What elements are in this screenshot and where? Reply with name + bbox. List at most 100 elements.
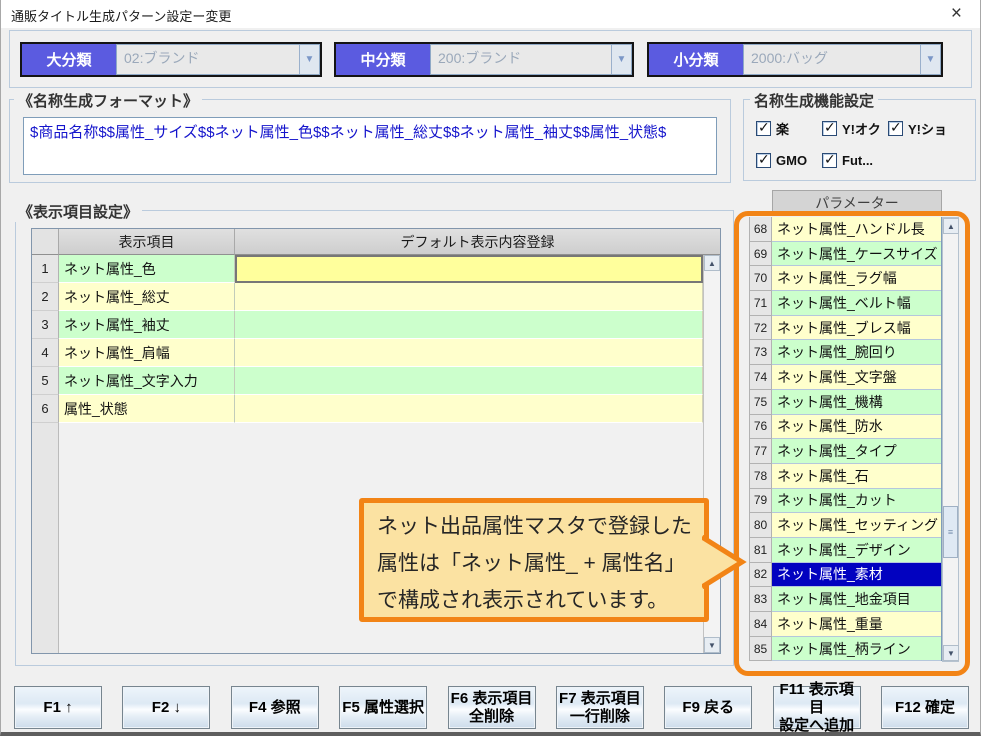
- table-row: 1 ネット属性_色: [32, 255, 720, 283]
- parameter-row[interactable]: 78 ネット属性_石: [749, 464, 941, 489]
- parameter-label: ネット属性_機構: [772, 390, 941, 415]
- parameter-row[interactable]: 77 ネット属性_タイプ: [749, 439, 941, 464]
- parameter-row[interactable]: 84 ネット属性_重量: [749, 612, 941, 637]
- format-input[interactable]: $商品名称$$属性_サイズ$$ネット属性_色$$ネット属性_総丈$$ネット属性_…: [23, 117, 717, 175]
- chevron-down-icon[interactable]: ▼: [299, 45, 319, 74]
- parameter-label: ネット属性_カット: [772, 489, 941, 514]
- function-button[interactable]: F12 確定: [881, 686, 969, 729]
- title-bar: 通販タイトル生成パターン設定ー変更 ×: [1, 0, 980, 28]
- function-button[interactable]: F6 表示項目 全削除: [448, 686, 536, 729]
- scroll-down-icon[interactable]: ▼: [943, 645, 959, 661]
- parameters-header: パラメーター: [772, 190, 942, 215]
- parameter-row[interactable]: 75 ネット属性_機構: [749, 390, 941, 415]
- parameter-row[interactable]: 79 ネット属性_カット: [749, 489, 941, 514]
- parameter-row[interactable]: 70 ネット属性_ラグ幅: [749, 266, 941, 291]
- parameter-label: ネット属性_文字盤: [772, 365, 941, 390]
- default-value-cell[interactable]: [235, 367, 703, 395]
- display-item-cell[interactable]: 属性_状態: [59, 395, 235, 423]
- row-number: 1: [32, 255, 59, 283]
- feature-checkbox[interactable]: ✓ Fut...: [822, 148, 888, 172]
- checkbox-label: Fut...: [842, 153, 873, 168]
- row-number: 2: [32, 283, 59, 311]
- table-row: 2 ネット属性_総丈: [32, 283, 720, 311]
- filter-dropdown[interactable]: 2000:バッグ ▼: [743, 44, 941, 75]
- parameter-number: 82: [749, 563, 772, 588]
- callout-text: 属性は「ネット属性_ + 属性名」: [377, 545, 704, 582]
- category-filter-group: 小分類 2000:バッグ ▼: [647, 42, 943, 77]
- parameter-row[interactable]: 82 ネット属性_素材: [749, 563, 941, 588]
- function-button[interactable]: F2 ↓: [122, 686, 210, 729]
- parameter-label: ネット属性_重量: [772, 612, 941, 637]
- callout-arrow: [702, 534, 748, 590]
- parameter-label: ネット属性_石: [772, 464, 941, 489]
- parameter-label: ネット属性_ラグ幅: [772, 266, 941, 291]
- feature-checkbox[interactable]: ✓ 楽: [756, 116, 822, 140]
- function-button[interactable]: F7 表示項目 一行削除: [556, 686, 644, 729]
- window: 通販タイトル生成パターン設定ー変更 × 大分類 02:ブランド ▼ 中分類 20…: [0, 0, 981, 736]
- parameter-number: 72: [749, 316, 772, 341]
- checkbox-icon: ✓: [888, 121, 903, 136]
- parameter-row[interactable]: 81 ネット属性_デザイン: [749, 538, 941, 563]
- display-item-cell[interactable]: ネット属性_文字入力: [59, 367, 235, 395]
- chevron-down-icon[interactable]: ▼: [611, 45, 631, 74]
- filter-dropdown[interactable]: 02:ブランド ▼: [116, 44, 320, 75]
- display-item-cell[interactable]: ネット属性_肩幅: [59, 339, 235, 367]
- function-button[interactable]: F11 表示項目 設定へ追加: [773, 686, 861, 729]
- filter-dropdown[interactable]: 200:ブランド ▼: [430, 44, 632, 75]
- parameter-row[interactable]: 80 ネット属性_セッティング: [749, 513, 941, 538]
- parameter-row[interactable]: 68 ネット属性_ハンドル長: [749, 217, 941, 242]
- parameters-list: 68 ネット属性_ハンドル長 69 ネット属性_ケースサイズ 70 ネット属性_…: [749, 217, 942, 661]
- table-body: 1 ネット属性_色 2 ネット属性_総丈 3 ネット属性_袖丈: [32, 255, 720, 423]
- parameter-row[interactable]: 76 ネット属性_防水: [749, 415, 941, 440]
- scrollbar-thumb[interactable]: ≡: [943, 506, 958, 558]
- feature-settings-title: 名称生成機能設定: [750, 90, 878, 111]
- feature-checkbox[interactable]: ✓ GMO: [756, 148, 822, 172]
- default-value-cell[interactable]: [235, 283, 703, 311]
- callout-text: ネット出品属性マスタで登録した: [377, 508, 704, 545]
- parameter-row[interactable]: 73 ネット属性_腕回り: [749, 340, 941, 365]
- default-value-cell[interactable]: [235, 255, 703, 283]
- parameter-label: ネット属性_素材: [772, 563, 941, 588]
- parameter-label: ネット属性_タイプ: [772, 439, 941, 464]
- default-value-cell[interactable]: [235, 339, 703, 367]
- parameter-row[interactable]: 69 ネット属性_ケースサイズ: [749, 242, 941, 267]
- checkbox-label: Y!ショ: [908, 119, 947, 138]
- display-item-cell[interactable]: ネット属性_総丈: [59, 283, 235, 311]
- parameter-label: ネット属性_ケースサイズ: [772, 242, 941, 267]
- parameter-label: ネット属性_腕回り: [772, 340, 941, 365]
- parameter-row[interactable]: 74 ネット属性_文字盤: [749, 365, 941, 390]
- function-button[interactable]: F5 属性選択: [339, 686, 427, 729]
- scroll-up-icon[interactable]: ▲: [943, 218, 959, 234]
- feature-checkbox[interactable]: ✓ Y!オク: [822, 116, 888, 140]
- row-number: 3: [32, 311, 59, 339]
- parameters-scrollbar[interactable]: ▲ ≡ ▼: [942, 217, 959, 662]
- parameter-row[interactable]: 83 ネット属性_地金項目: [749, 587, 941, 612]
- display-item-cell[interactable]: ネット属性_色: [59, 255, 235, 283]
- window-title: 通販タイトル生成パターン設定ー変更: [11, 6, 231, 25]
- table-row: 3 ネット属性_袖丈: [32, 311, 720, 339]
- default-value-cell[interactable]: [235, 311, 703, 339]
- parameter-label: ネット属性_ハンドル長: [772, 217, 941, 242]
- scroll-down-icon[interactable]: ▼: [704, 637, 720, 653]
- function-button[interactable]: F9 戻る: [664, 686, 752, 729]
- parameter-number: 68: [749, 217, 772, 242]
- parameter-label: ネット属性_デザイン: [772, 538, 941, 563]
- table-header-row: 表示項目 デフォルト表示内容登録: [32, 229, 720, 255]
- close-icon[interactable]: ×: [951, 2, 962, 26]
- parameter-row[interactable]: 72 ネット属性_ブレス幅: [749, 316, 941, 341]
- display-item-cell[interactable]: ネット属性_袖丈: [59, 311, 235, 339]
- default-value-cell[interactable]: [235, 395, 703, 423]
- table-row: 5 ネット属性_文字入力: [32, 367, 720, 395]
- chevron-down-icon[interactable]: ▼: [920, 45, 940, 74]
- checkbox-icon: ✓: [822, 121, 837, 136]
- column-header-item: 表示項目: [59, 229, 235, 255]
- parameter-row[interactable]: 71 ネット属性_ベルト幅: [749, 291, 941, 316]
- parameter-row[interactable]: 85 ネット属性_柄ライン: [749, 637, 941, 662]
- function-button[interactable]: F4 参照: [231, 686, 319, 729]
- feature-checkbox[interactable]: ✓ Y!ショ: [888, 116, 954, 140]
- callout-text: で構成され表示されています。: [377, 582, 704, 619]
- category-filters-groupbox: 大分類 02:ブランド ▼ 中分類 200:ブランド ▼ 小分類 2000:バッ…: [9, 30, 972, 88]
- function-button[interactable]: F1 ↑: [14, 686, 102, 729]
- row-number: 6: [32, 395, 59, 423]
- scroll-up-icon[interactable]: ▲: [704, 255, 720, 271]
